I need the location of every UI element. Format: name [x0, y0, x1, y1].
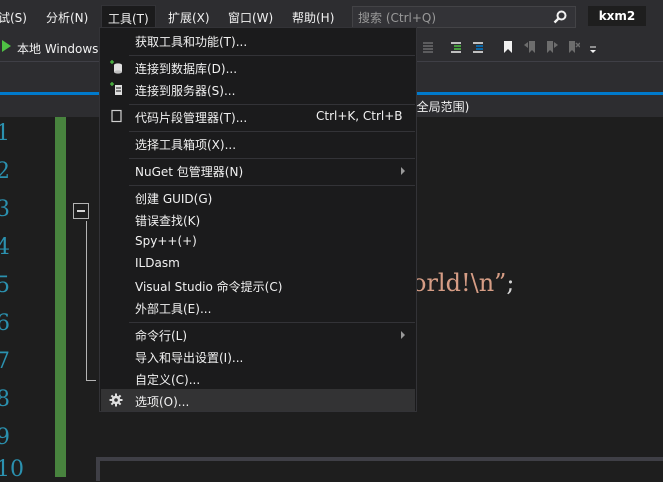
menu-item-choose-toolbox[interactable]: 选择工具箱项(X)... [101, 132, 415, 154]
database-connect-icon [110, 60, 122, 74]
menu-item-label: 错误查找(K) [135, 214, 201, 228]
bookmark-icon[interactable] [502, 41, 514, 53]
line-number: 2 [0, 159, 10, 184]
scope-dropdown[interactable]: (全局范围) [412, 98, 469, 115]
change-tracking-bar [55, 117, 66, 477]
menu-item-options[interactable]: 选项(O)... [101, 389, 415, 411]
code-line-5: orld!\n”; [412, 269, 515, 297]
user-account[interactable]: kxm2 [588, 6, 646, 26]
menu-item-label: 选项(O)... [135, 395, 190, 409]
outline-end [86, 380, 96, 381]
search-placeholder: 搜索 (Ctrl+Q) [358, 11, 437, 25]
comment-icon[interactable] [450, 41, 462, 53]
menu-item-label: 代码片段管理器(T)... [135, 111, 248, 125]
menu-item-label: Visual Studio 命令提示(C) [135, 280, 283, 294]
menu-item-label: NuGet 包管理器(N) [135, 165, 244, 179]
uncomment-icon[interactable] [472, 41, 484, 53]
search-icon[interactable] [553, 10, 567, 24]
tools-menu: 获取工具和功能(T)... 连接到数据库(D)... 连接到服务器(S)... … [99, 27, 417, 412]
menu-item-connect-server[interactable]: 连接到服务器(S)... [101, 78, 415, 100]
line-number: 4 [0, 235, 10, 260]
menu-item-label: 创建 GUID(G) [135, 192, 213, 206]
checkbox-icon [111, 109, 122, 123]
output-panel [96, 457, 663, 481]
menu-item-vs-command-prompt[interactable]: Visual Studio 命令提示(C) [101, 274, 415, 296]
line-number: 1 [0, 121, 10, 146]
line-number: 6 [0, 311, 10, 336]
indent-icon[interactable] [422, 41, 434, 53]
menu-item-label: 连接到数据库(D)... [135, 62, 238, 76]
outline-line [86, 221, 87, 381]
line-number: 3 [0, 197, 10, 222]
toolbar-overflow-icon[interactable] [588, 45, 600, 57]
collapse-icon[interactable] [73, 203, 89, 219]
server-connect-icon [110, 82, 122, 95]
menu-item-spy[interactable]: Spy++(+) [101, 230, 415, 252]
menu-item-label: ILDasm [135, 256, 180, 270]
next-bookmark-icon[interactable] [546, 41, 558, 53]
menu-debug[interactable]: 试(S) [0, 9, 27, 26]
menu-item-label: 获取工具和功能(T)... [135, 35, 248, 49]
menu-item-connect-database[interactable]: 连接到数据库(D)... [101, 56, 415, 78]
string-literal: orld!\n” [412, 269, 507, 297]
line-number: 5 [0, 273, 10, 298]
submenu-arrow-icon [401, 331, 405, 339]
menu-item-label: 选择工具箱项(X)... [135, 138, 237, 152]
menu-item-label: 外部工具(E)... [135, 302, 212, 316]
menu-item-label: 导入和导出设置(I)... [135, 351, 244, 365]
line-number: 9 [0, 425, 10, 450]
menu-help[interactable]: 帮助(H) [292, 9, 334, 26]
menu-item-label: 自定义(C)... [135, 373, 201, 387]
line-number: 8 [0, 387, 10, 412]
menu-analyze[interactable]: 分析(N) [46, 9, 88, 26]
menu-item-error-lookup[interactable]: 错误查找(K) [101, 208, 415, 230]
menu-item-ildasm[interactable]: ILDasm [101, 252, 415, 274]
clear-bookmarks-icon[interactable] [568, 41, 580, 53]
play-icon[interactable] [2, 40, 11, 52]
menu-item-nuget[interactable]: NuGet 包管理器(N) [101, 159, 415, 181]
menu-item-label: Spy++(+) [135, 234, 197, 248]
run-target-label[interactable]: 本地 Windows [17, 40, 98, 57]
search-input[interactable]: 搜索 (Ctrl+Q) [352, 6, 576, 28]
menu-item-external-tools[interactable]: 外部工具(E)... [101, 296, 415, 318]
semicolon: ; [506, 269, 515, 297]
menu-item-code-snippets[interactable]: 代码片段管理器(T)... Ctrl+K, Ctrl+B [101, 105, 415, 127]
menu-item-customize[interactable]: 自定义(C)... [101, 367, 415, 389]
gear-icon [109, 393, 123, 407]
menu-item-shortcut: Ctrl+K, Ctrl+B [316, 109, 403, 123]
menu-extensions[interactable]: 扩展(X) [168, 9, 210, 26]
menu-item-import-export-settings[interactable]: 导入和导出设置(I)... [101, 345, 415, 367]
menu-item-label: 命令行(L) [135, 329, 188, 343]
menu-item-create-guid[interactable]: 创建 GUID(G) [101, 186, 415, 208]
menu-item-label: 连接到服务器(S)... [135, 84, 236, 98]
menu-window[interactable]: 窗口(W) [228, 9, 273, 26]
menu-item-command-line[interactable]: 命令行(L) [101, 323, 415, 345]
submenu-arrow-icon [401, 167, 405, 175]
menu-item-get-tools[interactable]: 获取工具和功能(T)... [101, 29, 415, 51]
prev-bookmark-icon[interactable] [524, 41, 536, 53]
line-number: 7 [0, 349, 10, 374]
line-number: 10 [0, 457, 24, 482]
